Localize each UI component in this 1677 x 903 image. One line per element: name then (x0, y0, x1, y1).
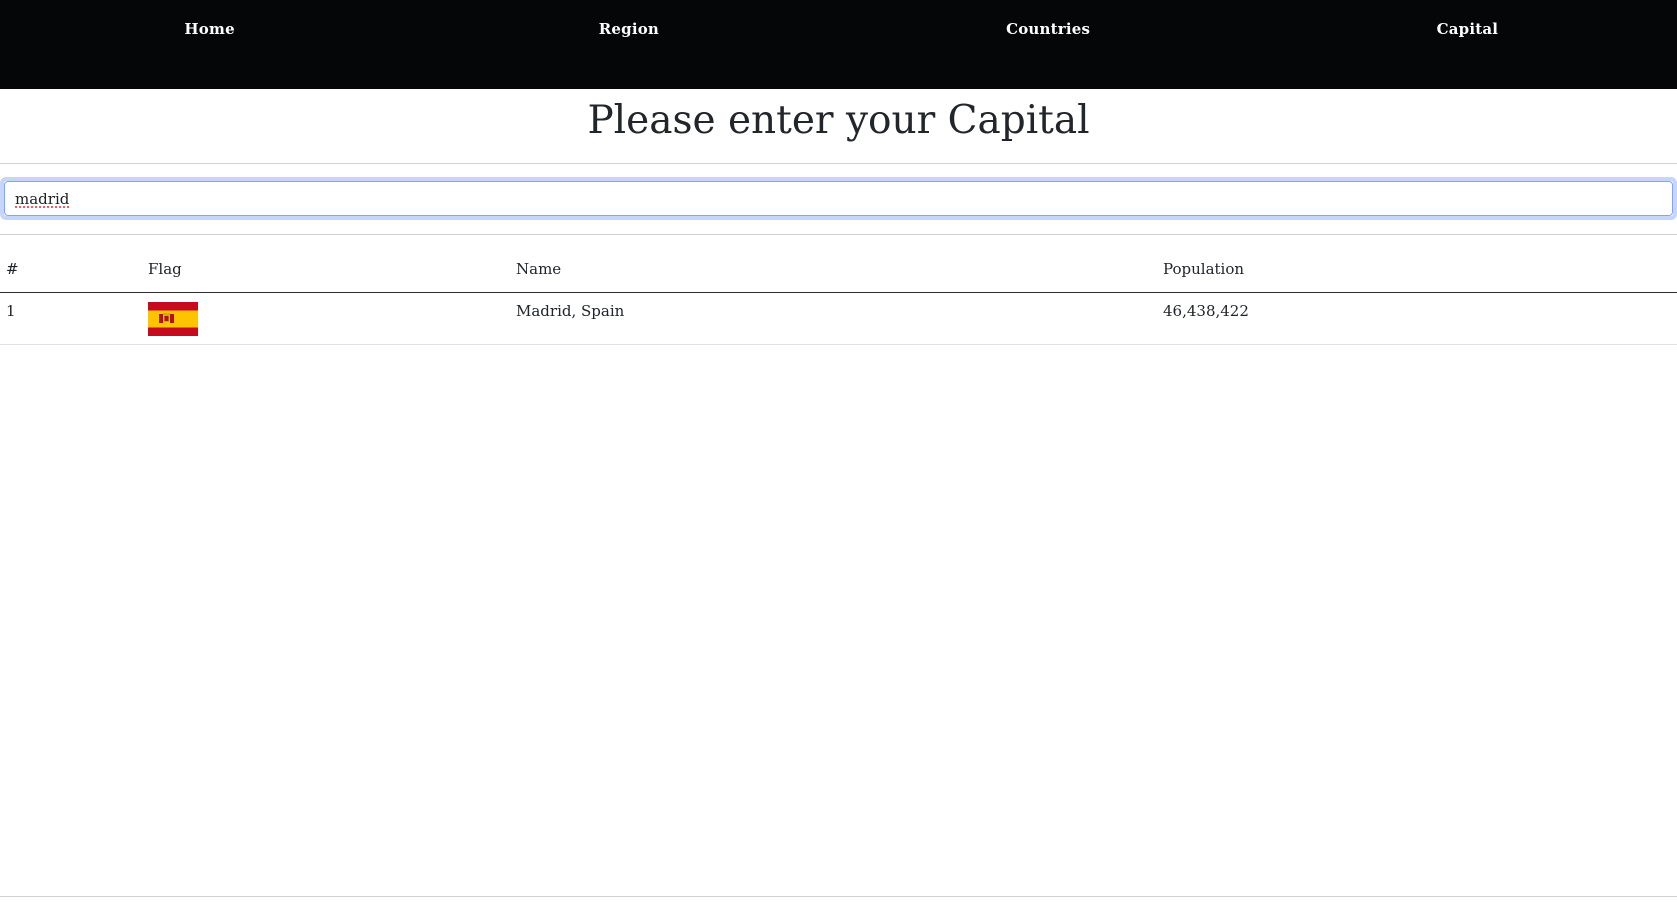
table-row[interactable]: 1 Madrid, Spain 46,438,422 (0, 292, 1677, 345)
header-population: Population (1157, 252, 1677, 293)
divider-top (0, 163, 1677, 164)
row-name: Madrid, Spain (510, 292, 1157, 345)
capital-search-input[interactable] (4, 181, 1673, 216)
header-name: Name (510, 252, 1157, 293)
spain-flag-icon (148, 301, 198, 336)
search-input-wrapper (0, 177, 1677, 220)
header-flag: Flag (142, 252, 510, 293)
results-table: # Flag Name Population 1 Madrid, Spain 4… (0, 252, 1677, 345)
row-index: 1 (0, 292, 142, 345)
table-header-row: # Flag Name Population (0, 252, 1677, 293)
nav-item-region[interactable]: Region (419, 0, 838, 89)
header-index: # (0, 252, 142, 293)
nav-item-capital[interactable]: Capital (1258, 0, 1677, 89)
page-title: Please enter your Capital (587, 98, 1090, 143)
row-flag-cell (142, 292, 510, 345)
row-population: 46,438,422 (1157, 292, 1677, 345)
divider-bottom (0, 896, 1677, 897)
top-navbar: Home Region Countries Capital (0, 0, 1677, 89)
nav-item-countries[interactable]: Countries (839, 0, 1258, 89)
divider-middle (0, 234, 1677, 235)
nav-item-home[interactable]: Home (0, 0, 419, 89)
